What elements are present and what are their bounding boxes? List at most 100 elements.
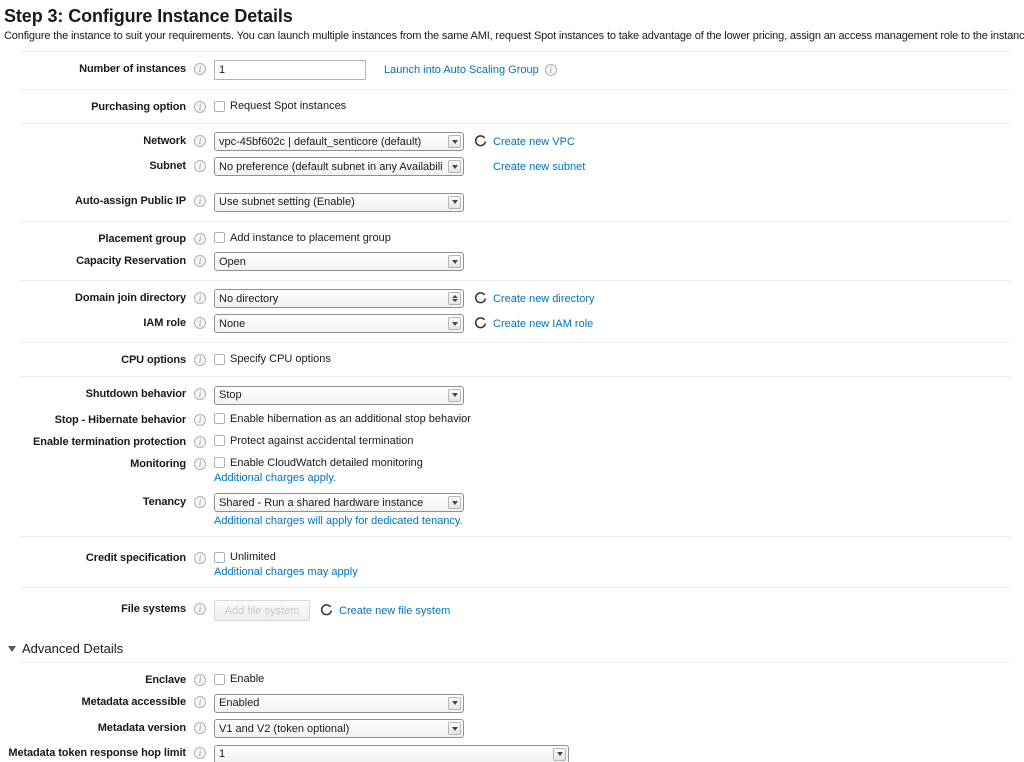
info-icon[interactable]: i <box>194 413 206 426</box>
info-icon[interactable]: i <box>194 388 206 400</box>
metadata-version-select[interactable]: V1 and V2 (token optional) <box>214 719 464 738</box>
label-tenancy: Tenancy <box>142 495 186 508</box>
credit-charges-link[interactable]: Additional charges may apply <box>214 563 1024 578</box>
capacity-reservation-select[interactable]: Open <box>214 252 464 271</box>
protect-against-termination-checkbox[interactable]: Protect against accidental termination <box>214 433 1024 447</box>
tenancy-value: Shared - Run a shared hardware instance <box>219 496 424 509</box>
info-icon[interactable]: i <box>194 721 206 734</box>
info-icon[interactable]: i <box>194 552 206 564</box>
control-monitoring: Enable CloudWatch detailed monitoring Ad… <box>214 455 1024 484</box>
info-icon[interactable]: i <box>194 747 206 759</box>
checkbox-box[interactable] <box>214 435 225 446</box>
info-wrap: i <box>186 60 214 75</box>
info-icon[interactable]: i <box>194 101 206 113</box>
info-icon[interactable]: i <box>194 354 206 366</box>
network-select[interactable]: vpc-45bf602c | default_senticore (defaul… <box>214 132 464 151</box>
checkbox-box[interactable] <box>214 551 225 563</box>
group-cpu: CPU options i Specify CPU options <box>0 343 1024 376</box>
create-new-iam-role-link[interactable]: Create new IAM role <box>493 318 593 330</box>
advanced-details-toggle[interactable]: Advanced Details <box>0 633 1024 662</box>
checkbox-box[interactable] <box>214 457 225 468</box>
info-icon[interactable]: i <box>194 63 206 75</box>
control-cpu-options: Specify CPU options <box>214 351 1024 365</box>
info-wrap: i <box>186 455 214 470</box>
enclave-enable-checkbox[interactable]: Enable <box>214 671 1024 685</box>
refresh-icon[interactable] <box>474 292 487 305</box>
chevron-down-icon[interactable] <box>448 160 461 173</box>
info-icon[interactable]: i <box>194 603 206 615</box>
info-icon[interactable]: i <box>544 64 557 76</box>
add-file-system-button[interactable]: Add file system <box>214 600 310 621</box>
domain-join-directory-select[interactable]: No directory <box>214 289 464 308</box>
chevron-down-icon[interactable] <box>448 317 461 330</box>
refresh-icon[interactable] <box>474 317 487 330</box>
info-icon[interactable]: i <box>194 457 206 470</box>
group-file-systems: File systems i Add file system Create ne… <box>0 588 1024 633</box>
checkbox-box[interactable] <box>214 353 225 365</box>
label-iam-role: IAM role <box>143 317 186 329</box>
monitoring-charges-link[interactable]: Additional charges apply. <box>214 469 1024 484</box>
shutdown-behavior-select[interactable]: Stop <box>214 385 464 405</box>
auto-assign-public-ip-select[interactable]: Use subnet setting (Enable) <box>214 192 464 212</box>
iam-role-select[interactable]: None <box>214 314 464 333</box>
create-new-vpc-link[interactable]: Create new VPC <box>493 136 575 148</box>
metadata-accessible-select[interactable]: Enabled <box>214 693 464 713</box>
chevron-down-icon[interactable] <box>448 696 461 710</box>
info-icon[interactable]: i <box>194 292 206 304</box>
unlimited-credit-checkbox[interactable]: Unlimited <box>214 549 1024 563</box>
refresh-icon[interactable] <box>474 135 487 148</box>
control-metadata-hop-limit: 1 <box>214 744 1024 762</box>
tenancy-select[interactable]: Shared - Run a shared hardware instance <box>214 493 464 512</box>
info-icon[interactable]: i <box>194 674 206 686</box>
info-icon[interactable]: i <box>194 160 206 172</box>
add-instance-to-placement-group-checkbox[interactable]: Add instance to placement group <box>214 230 1024 244</box>
checkbox-label: Protect against accidental termination <box>230 434 414 447</box>
create-new-directory-link[interactable]: Create new directory <box>493 293 595 305</box>
group-behavior: Shutdown behavior i Stop Stop - Hibernat… <box>0 377 1024 536</box>
chevron-down-icon[interactable] <box>448 496 461 509</box>
info-wrap: i <box>186 549 214 564</box>
subnet-select[interactable]: No preference (default subnet in any Ava… <box>214 157 464 176</box>
info-icon[interactable]: i <box>194 696 206 708</box>
request-spot-instances-checkbox[interactable]: Request Spot instances <box>214 98 1024 112</box>
info-wrap: i <box>186 744 214 759</box>
specify-cpu-options-checkbox[interactable]: Specify CPU options <box>214 351 1024 365</box>
network-select-value: vpc-45bf602c | default_senticore (defaul… <box>219 135 422 148</box>
info-icon[interactable]: i <box>194 495 206 508</box>
group-credit: Credit specification i Unlimited Additio… <box>0 537 1024 587</box>
checkbox-box[interactable] <box>214 413 225 424</box>
info-icon[interactable]: i <box>194 195 206 207</box>
row-credit-specification: Credit specification i Unlimited Additio… <box>0 546 1024 581</box>
enable-hibernation-checkbox[interactable]: Enable hibernation as an additional stop… <box>214 411 1024 425</box>
info-icon[interactable]: i <box>194 254 206 267</box>
launch-into-auto-scaling-group-link[interactable]: Launch into Auto Scaling Group <box>384 64 539 76</box>
tenancy-charges-link[interactable]: Additional charges will apply for dedica… <box>214 512 1024 527</box>
chevron-updown-icon[interactable] <box>448 292 461 305</box>
page-description: Configure the instance to suit your requ… <box>4 30 1024 42</box>
create-new-file-system-link[interactable]: Create new file system <box>339 605 450 617</box>
chevron-down-icon[interactable] <box>553 747 566 761</box>
create-new-subnet-link[interactable]: Create new subnet <box>493 161 585 173</box>
info-icon[interactable]: i <box>194 435 206 448</box>
number-of-instances-input[interactable] <box>214 60 366 80</box>
info-icon[interactable]: i <box>194 232 206 245</box>
chevron-down-icon[interactable] <box>448 255 461 268</box>
domain-join-directory-value: No directory <box>219 292 279 305</box>
control-tenancy: Shared - Run a shared hardware instance … <box>214 493 1024 527</box>
row-domain-join-directory: Domain join directory i No directory Cre… <box>0 286 1024 311</box>
refresh-icon[interactable] <box>320 604 333 617</box>
chevron-down-icon[interactable] <box>448 135 461 148</box>
chevron-down-icon[interactable] <box>448 722 461 735</box>
row-subnet: Subnet i No preference (default subnet i… <box>0 154 1024 179</box>
checkbox-box[interactable] <box>214 673 225 685</box>
chevron-down-icon[interactable] <box>448 388 461 402</box>
row-monitoring: Monitoring i Enable CloudWatch detailed … <box>0 452 1024 487</box>
chevron-down-icon[interactable] <box>448 195 461 209</box>
info-icon[interactable]: i <box>194 135 206 147</box>
checkbox-box[interactable] <box>214 100 225 112</box>
info-icon[interactable]: i <box>194 317 206 329</box>
label-metadata-hop-limit: Metadata token response hop limit <box>8 747 186 759</box>
enable-cloudwatch-monitoring-checkbox[interactable]: Enable CloudWatch detailed monitoring <box>214 455 1024 469</box>
checkbox-box[interactable] <box>214 232 225 243</box>
metadata-hop-limit-select[interactable]: 1 <box>214 744 569 762</box>
